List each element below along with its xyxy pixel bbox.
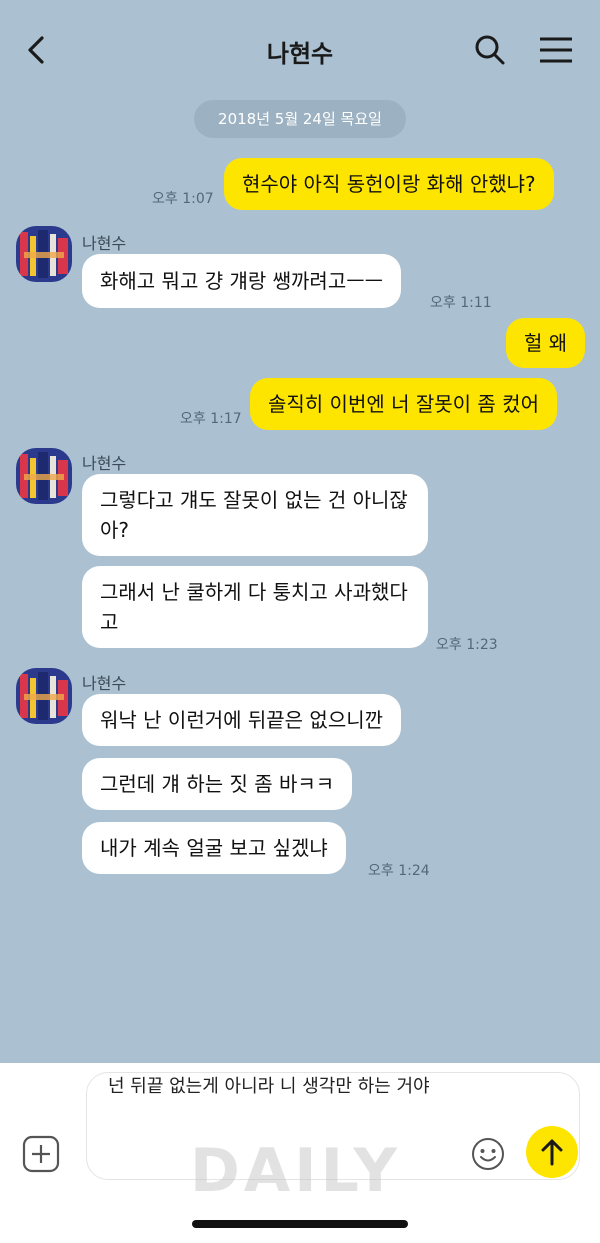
hamburger-menu-icon [540,37,572,63]
send-button[interactable] [526,1126,578,1178]
watermark-logo: DAILY [190,1136,401,1206]
other-message-bubble[interactable]: 내가 계속 얼굴 보고 싶겠냐 [82,822,346,874]
message-time: 오후 1:17 [180,411,242,427]
profile-image-icon [16,448,72,504]
avatar[interactable] [16,226,72,282]
emoji-button[interactable] [470,1136,506,1172]
attach-button[interactable] [22,1135,60,1173]
profile-image-icon [16,668,72,724]
date-divider: 2018년 5월 24일 목요일 [194,100,406,138]
plus-square-icon [22,1135,60,1173]
message-time: 오후 1:24 [368,863,430,879]
smiley-icon [472,1138,504,1170]
avatar[interactable] [16,448,72,504]
other-message-bubble[interactable]: 워낙 난 이런거에 뒤끝은 없으니깐 [82,694,402,746]
message-time: 오후 1:23 [436,637,498,653]
sender-name: 나현수 [82,674,127,693]
avatar[interactable] [16,668,72,724]
search-icon [475,35,505,65]
my-message-bubble[interactable]: 현수야 아직 동헌이랑 화해 안했냐? [224,158,554,210]
profile-image-icon [16,226,72,282]
message-input-text[interactable]: 넌 뒤끝 없는게 아니라 니 생각만 하는 거야 [108,1072,458,1101]
message-time: 오후 1:07 [152,191,214,207]
sender-name: 나현수 [82,454,127,473]
home-indicator [192,1220,408,1228]
other-message-bubble[interactable]: 그래서 난 쿨하게 다 퉁치고 사과했다고 [82,566,428,648]
other-message-bubble[interactable]: 화해고 뭐고 걍 걔랑 쌩까려고ㅡㅡ [82,254,402,308]
chat-header: 나현수 [0,0,600,100]
my-message-bubble[interactable]: 솔직히 이번엔 너 잘못이 좀 컸어 [250,378,557,430]
other-message-bubble[interactable]: 그렇다고 걔도 잘못이 없는 건 아니잖아? [82,474,428,556]
menu-button[interactable] [534,30,578,70]
sender-name: 나현수 [82,234,127,253]
chat-title: 나현수 [266,40,334,68]
arrow-up-icon [541,1139,563,1166]
other-message-bubble[interactable]: 그런데 걔 하는 짓 좀 바ㅋㅋ [82,758,353,810]
search-button[interactable] [470,30,510,70]
message-time: 오후 1:11 [430,295,492,311]
my-message-bubble[interactable]: 헐 왜 [506,318,586,368]
